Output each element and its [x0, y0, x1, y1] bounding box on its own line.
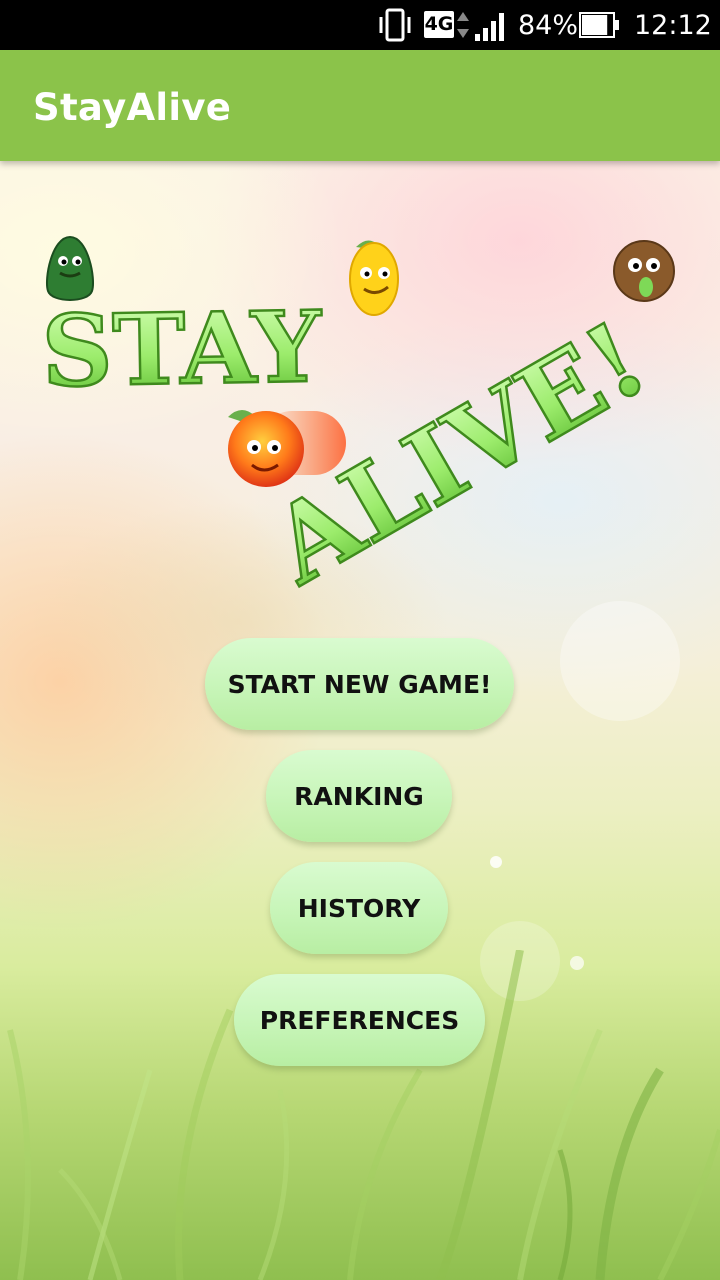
stay-alive-logo: STAY ALIVE!: [40, 235, 675, 609]
avocado-character: [46, 235, 94, 301]
status-bar: 4G 84% 12:12: [0, 0, 720, 50]
vibrate-icon: [379, 8, 411, 42]
battery-icon: [579, 12, 619, 38]
ranking-button[interactable]: RANKING: [266, 750, 452, 842]
battery-percent: 84%: [518, 10, 579, 41]
history-button[interactable]: HISTORY: [270, 862, 448, 954]
logo-line-stay: STAY: [41, 290, 323, 410]
network-4g-icon: 4G: [424, 11, 454, 38]
lemon-character: [349, 240, 399, 316]
network-type-label: 4G: [424, 13, 454, 35]
data-arrows-icon: [457, 12, 469, 38]
clock: 12:12: [634, 10, 712, 41]
start-new-game-button[interactable]: START NEW GAME!: [205, 638, 514, 730]
app-bar: StayAlive: [0, 50, 720, 161]
kiwi-character: [613, 240, 675, 302]
preferences-button[interactable]: PREFERENCES: [234, 974, 485, 1066]
bokeh-light: [490, 856, 502, 868]
app-title: StayAlive: [33, 86, 232, 129]
signal-icon: [475, 13, 504, 41]
